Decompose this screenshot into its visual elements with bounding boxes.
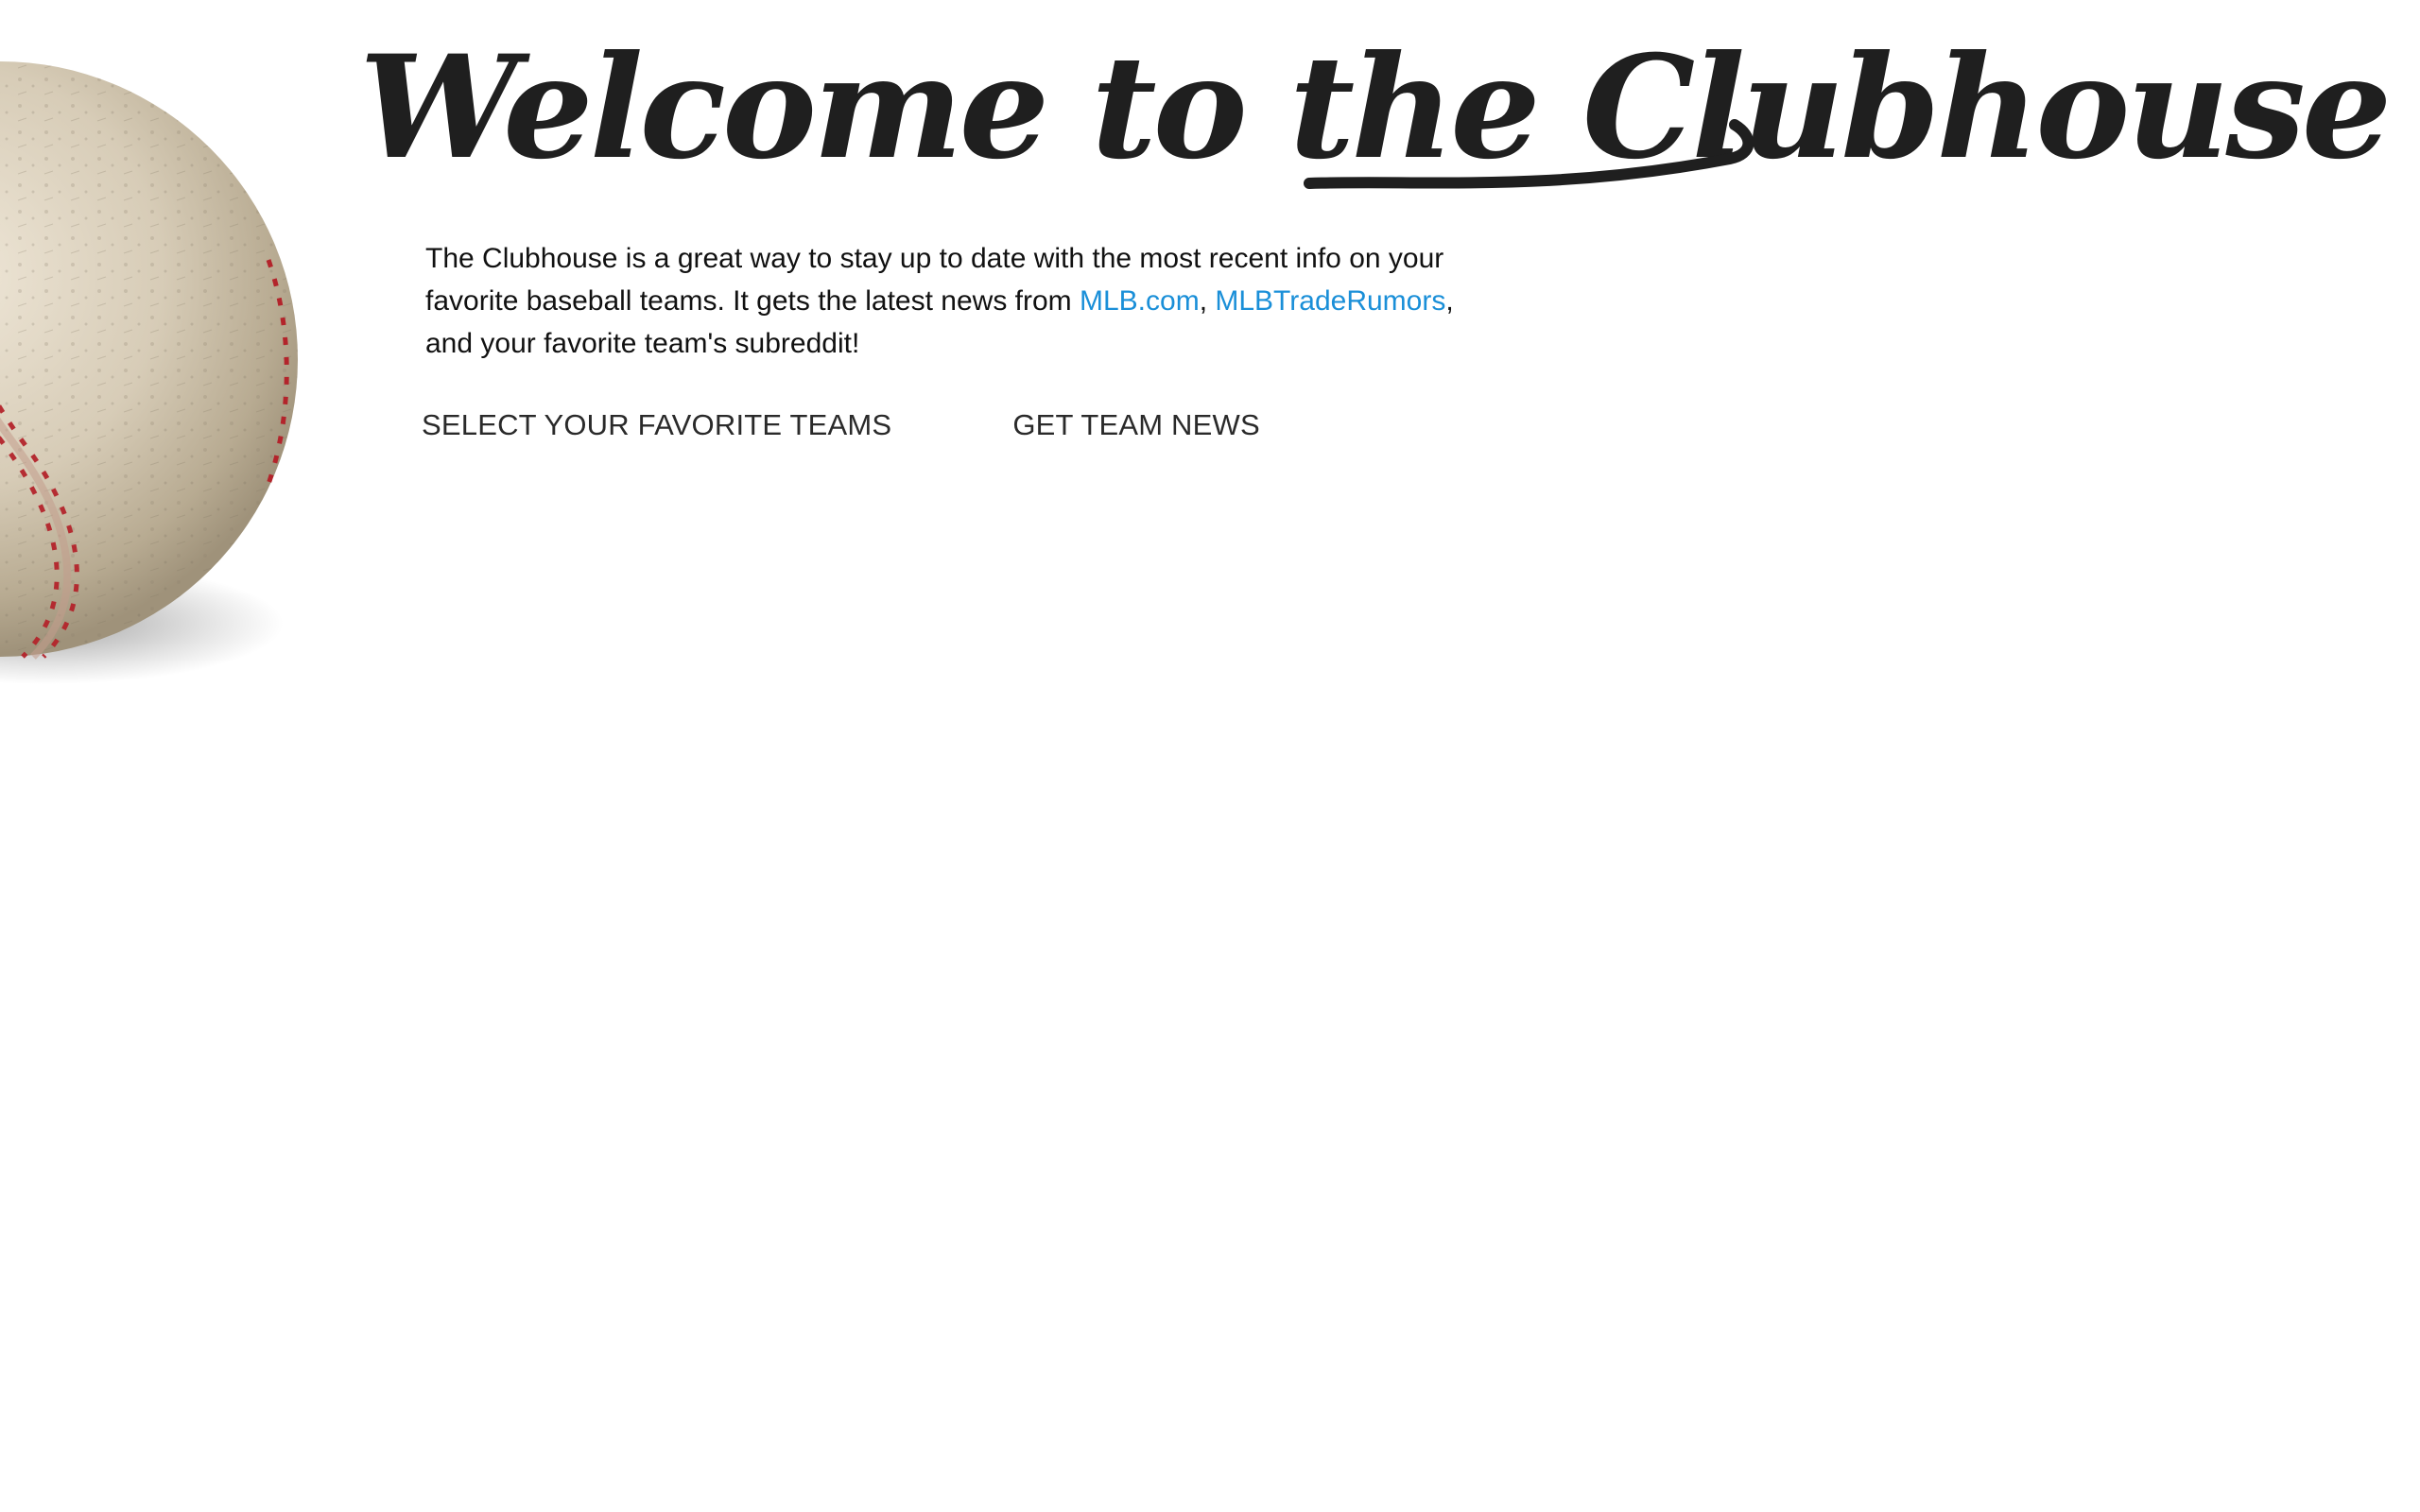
- baseball-image: [0, 61, 298, 684]
- page-title: Welcome to the Clubhouse: [359, 25, 2392, 191]
- get-team-news-link[interactable]: GET TEAM NEWS: [1012, 404, 1260, 446]
- intro-description: The Clubhouse is a great way to stay up …: [425, 237, 1494, 365]
- main-navigation: SELECT YOUR FAVORITE TEAMS GET TEAM NEWS: [422, 404, 1260, 446]
- intro-separator: ,: [1199, 285, 1216, 317]
- mlb-trade-rumors-link[interactable]: MLBTradeRumors: [1215, 285, 1445, 317]
- select-favorite-teams-link[interactable]: SELECT YOUR FAVORITE TEAMS: [422, 404, 891, 446]
- page-title-text: Welcome to the Clubhouse: [359, 25, 2388, 191]
- mlb-link[interactable]: MLB.com: [1080, 285, 1200, 317]
- clubhouse-page: Welcome to the Clubhouse The Clubhouse i…: [0, 0, 2420, 1512]
